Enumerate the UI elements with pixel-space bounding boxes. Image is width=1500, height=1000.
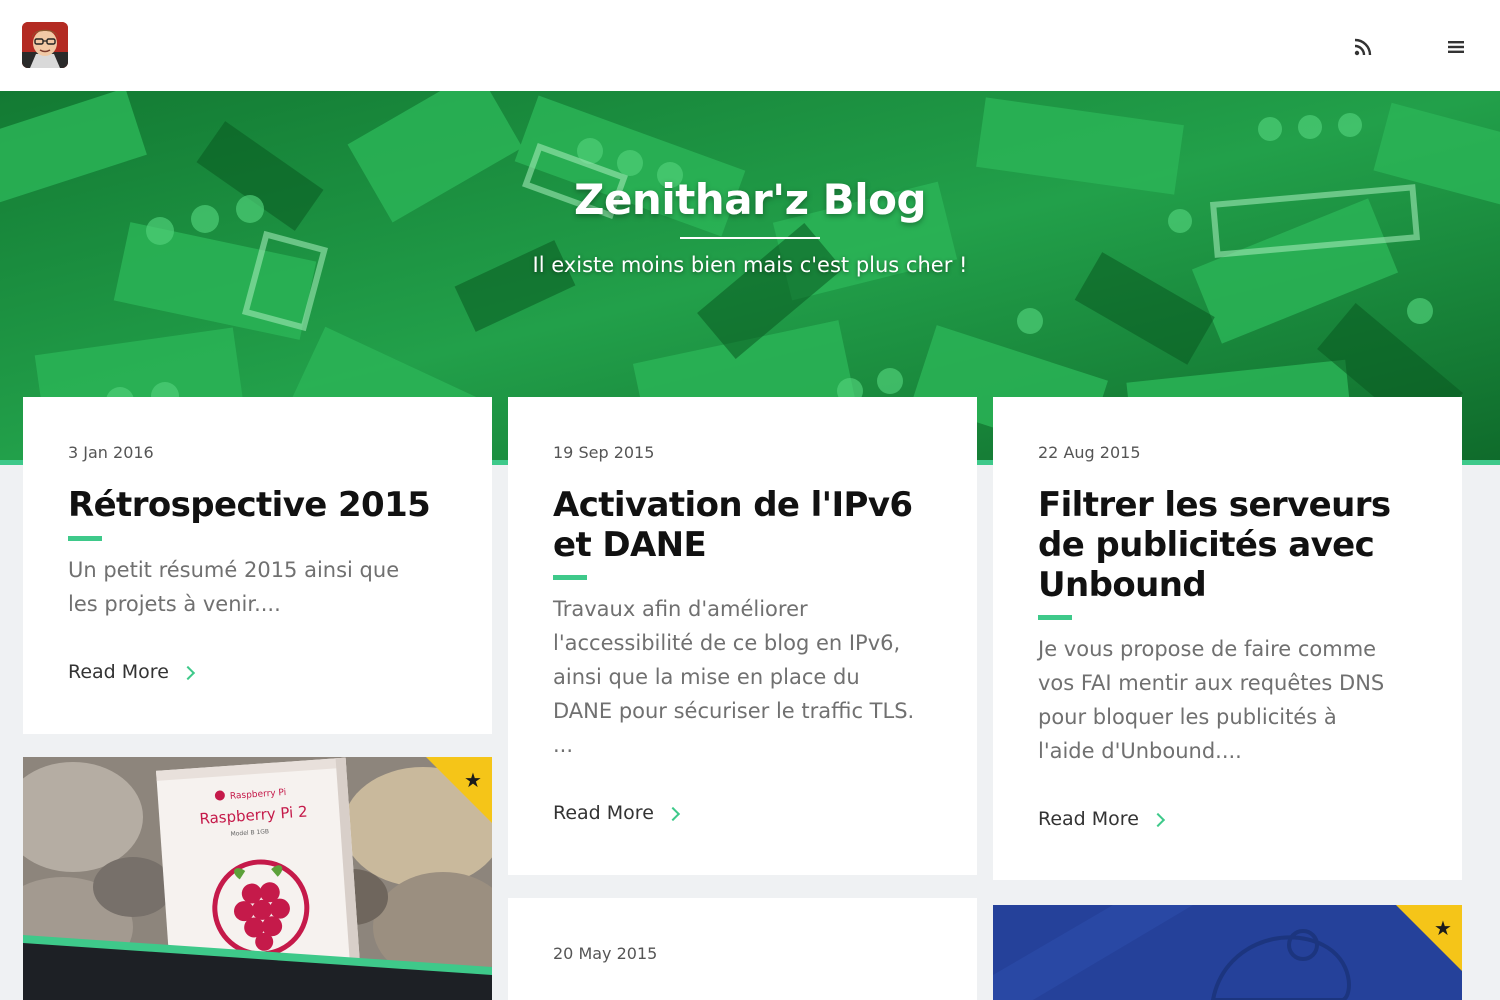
chevron-right-icon [180, 665, 195, 680]
excerpt-line: vos FAI mentir aux requêtes DNS [1038, 671, 1385, 695]
post-card-ipv6-dane[interactable]: 19 Sep 2015 Activation de l'IPv6 et DANE… [508, 397, 977, 875]
chevron-right-icon [1150, 812, 1165, 827]
read-more-link[interactable]: Read More [553, 802, 680, 824]
title-accent-bar [553, 575, 587, 580]
post-title-line: et DANE [553, 525, 707, 565]
featured-post-raspberry-pi[interactable]: Raspberry Pi Raspberry Pi 2 Model B 1GB … [23, 757, 492, 1000]
post-date: 22 Aug 2015 [1038, 443, 1141, 462]
excerpt-line: Je vous propose de faire comme [1038, 637, 1377, 661]
avatar-illustration [22, 22, 68, 68]
post-title-line: Filtrer les serveurs [1038, 485, 1391, 525]
star-icon: ★ [464, 768, 482, 792]
read-more-label: Read More [68, 661, 169, 683]
excerpt-line: l'aide d'Unbound.... [1038, 739, 1242, 763]
excerpt-line: pour bloquer les publicités à [1038, 705, 1337, 729]
excerpt-line: DANE pour sécuriser le traffic TLS. [553, 699, 915, 723]
post-title-line: Rétrospective 2015 [68, 485, 431, 525]
post-card-may-2015[interactable]: 20 May 2015 [508, 898, 977, 1000]
post-date: 20 May 2015 [553, 944, 658, 963]
excerpt-line: ... [553, 733, 574, 757]
blue-feature-image [993, 905, 1462, 1000]
user-avatar[interactable] [22, 22, 68, 68]
featured-badge: ★ [426, 757, 492, 823]
title-accent-bar [68, 536, 102, 541]
menu-button[interactable] [1439, 32, 1473, 62]
excerpt-line: les projets à venir.... [68, 592, 281, 616]
chevron-right-icon [665, 806, 680, 821]
blog-tagline: Il existe moins bien mais c'est plus che… [532, 253, 968, 277]
rss-feed-button[interactable] [1346, 32, 1380, 62]
post-excerpt: Un petit résumé 2015 ainsi que les proje… [68, 553, 399, 621]
read-more-link[interactable]: Read More [68, 661, 195, 683]
post-excerpt: Travaux afin d'améliorer l'accessibilité… [553, 592, 914, 762]
post-title-line: Activation de l'IPv6 [553, 485, 913, 525]
post-title[interactable]: Activation de l'IPv6 et DANE [553, 485, 913, 565]
excerpt-line: Travaux afin d'améliorer [553, 597, 808, 621]
blog-title[interactable]: Zenithar'z Blog [0, 175, 1500, 224]
post-title[interactable]: Filtrer les serveurs de publicités avec … [1038, 485, 1391, 605]
title-accent-bar [1038, 615, 1072, 620]
title-divider [680, 237, 820, 239]
post-title-line: Unbound [1038, 565, 1207, 605]
star-icon: ★ [1434, 916, 1452, 940]
post-title[interactable]: Rétrospective 2015 [68, 485, 431, 525]
top-navigation-bar [0, 0, 1500, 91]
excerpt-line: Un petit résumé 2015 ainsi que [68, 558, 400, 582]
featured-badge: ★ [1396, 905, 1462, 971]
post-card-unbound[interactable]: 22 Aug 2015 Filtrer les serveurs de publ… [993, 397, 1462, 880]
post-card-retrospective-2015[interactable]: 3 Jan 2016 Rétrospective 2015 Un petit r… [23, 397, 492, 734]
hamburger-menu-icon [1448, 41, 1464, 53]
post-excerpt: Je vous propose de faire comme vos FAI m… [1038, 632, 1384, 768]
rss-icon [1354, 38, 1372, 56]
read-more-link[interactable]: Read More [1038, 808, 1165, 830]
read-more-label: Read More [1038, 808, 1139, 830]
excerpt-line: l'accessibilité de ce blog en IPv6, [553, 631, 901, 655]
excerpt-line: ainsi que la mise en place du [553, 665, 860, 689]
post-date: 19 Sep 2015 [553, 443, 655, 462]
post-title-line: de publicités avec [1038, 525, 1375, 565]
read-more-label: Read More [553, 802, 654, 824]
post-date: 3 Jan 2016 [68, 443, 154, 462]
featured-post-blue[interactable]: ★ [993, 905, 1462, 1000]
raspberry-pi-box-image: Raspberry Pi Raspberry Pi 2 Model B 1GB [23, 757, 492, 1000]
